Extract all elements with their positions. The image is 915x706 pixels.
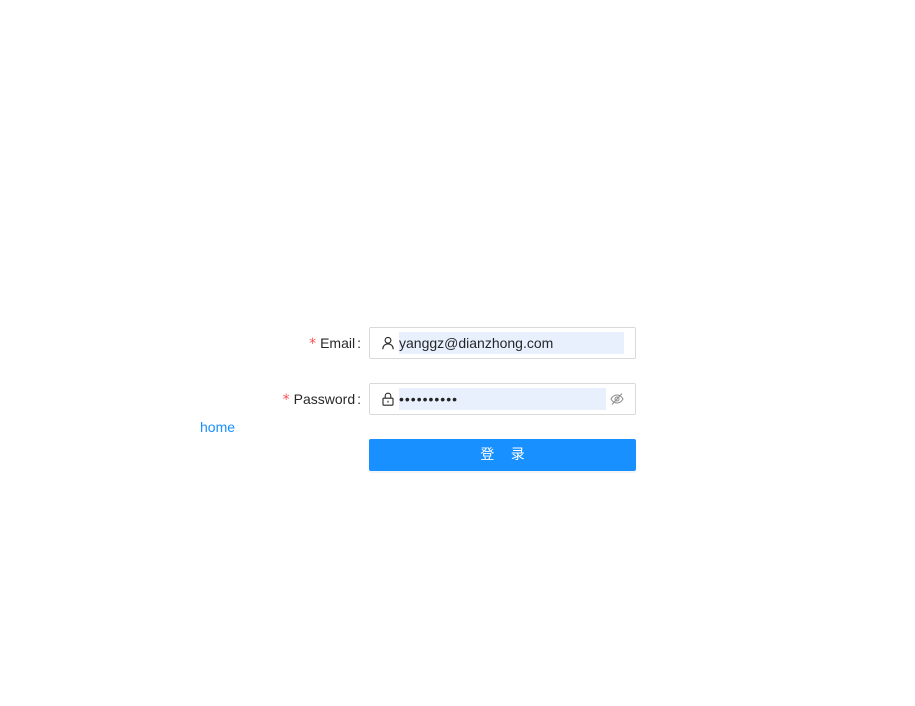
login-button[interactable]: 登 录 xyxy=(369,439,636,471)
home-link[interactable]: home xyxy=(200,418,235,436)
password-form-item: * Password: xyxy=(200,383,636,415)
email-label: * Email: xyxy=(309,327,361,359)
email-field[interactable] xyxy=(399,332,624,354)
password-label: * Password: xyxy=(283,383,361,415)
email-form-item: * Email: xyxy=(200,327,636,359)
required-mark: * xyxy=(282,392,290,408)
lock-icon xyxy=(381,392,395,406)
user-icon xyxy=(381,336,395,350)
eye-invisible-icon[interactable] xyxy=(610,392,624,406)
email-label-text: Email xyxy=(320,335,356,351)
label-colon: : xyxy=(357,391,361,407)
email-input-wrapper[interactable] xyxy=(369,327,636,359)
password-input-wrapper[interactable] xyxy=(369,383,636,415)
required-mark: * xyxy=(309,336,317,352)
label-colon: : xyxy=(357,335,361,351)
password-label-text: Password xyxy=(293,391,356,407)
password-field[interactable] xyxy=(399,388,606,410)
